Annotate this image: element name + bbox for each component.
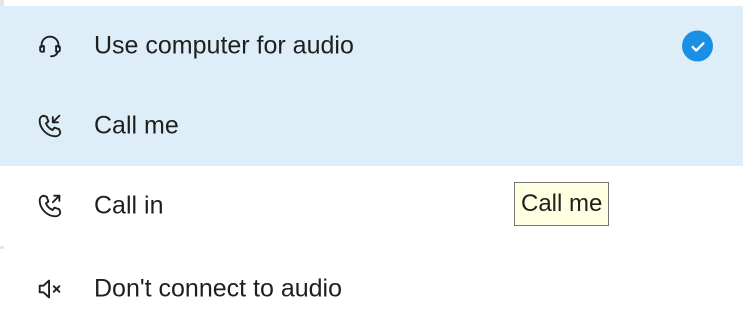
menu-item-label: Don't connect to audio (94, 274, 342, 303)
menu-item-label: Call me (94, 111, 179, 140)
menu-item-dont-connect-audio[interactable]: Don't connect to audio (0, 249, 743, 329)
headset-icon (34, 30, 66, 62)
checkmark-icon (682, 30, 713, 62)
menu-item-label: Call in (94, 191, 164, 220)
speaker-mute-icon (34, 273, 66, 305)
menu-item-call-me[interactable]: Call me (0, 86, 743, 166)
call-in-icon (34, 190, 66, 222)
audio-options-menu: Use computer for audio Call me Call in D… (0, 0, 743, 329)
menu-item-use-computer-audio[interactable]: Use computer for audio (0, 6, 743, 86)
call-me-icon (34, 110, 66, 142)
tooltip: Call me (514, 182, 610, 226)
menu-item-call-in[interactable]: Call in (0, 166, 743, 246)
menu-item-label: Use computer for audio (94, 31, 354, 60)
